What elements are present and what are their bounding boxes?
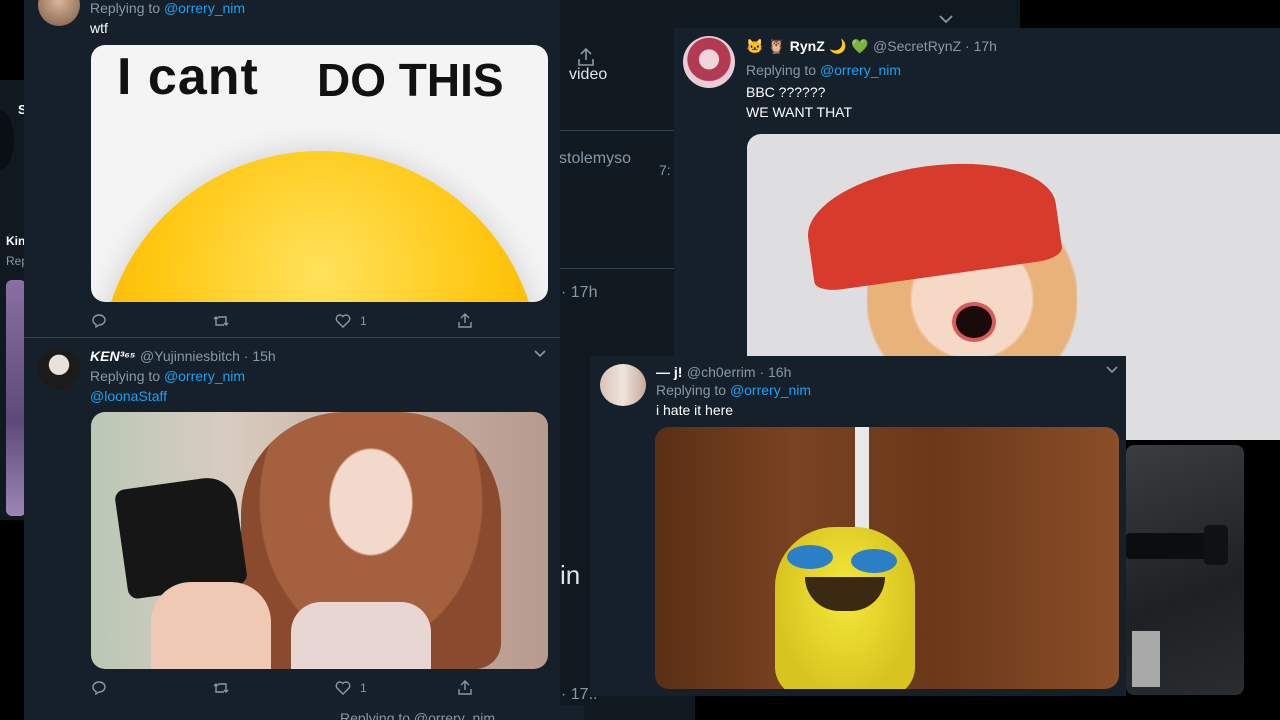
tweet-card-ken[interactable]: KEN³⁶⁵ @Yujinniesbitch · 15h Replying to… — [24, 338, 560, 706]
avatar[interactable] — [38, 348, 80, 390]
reply-button[interactable] — [90, 312, 108, 330]
video-link-fragment[interactable]: video — [569, 66, 607, 84]
tweet-text: wtf — [90, 20, 108, 36]
display-name[interactable]: KEN³⁶⁵ — [90, 348, 136, 364]
image-caption: DO THIS — [317, 54, 504, 106]
chevron-down-icon[interactable] — [938, 14, 954, 24]
background-gun-image — [1126, 445, 1244, 695]
reply-button[interactable] — [90, 679, 108, 697]
share-button[interactable] — [456, 679, 474, 697]
retweet-button[interactable] — [212, 679, 230, 697]
mention-link[interactable]: @orrery_nim — [730, 382, 811, 398]
reply-fragment: Replying to @orrery_nim — [340, 710, 496, 720]
handle-time: @SecretRynZ · 17h — [873, 38, 997, 54]
image-caption: I cant — [117, 48, 259, 106]
share-icon[interactable] — [575, 46, 597, 68]
reply-context: Replying to @orrery_nim — [90, 368, 246, 384]
tweet-image[interactable] — [91, 412, 548, 669]
owl-emoji-icon: 🦉 — [767, 38, 786, 54]
retweet-button[interactable] — [212, 312, 230, 330]
reply-context: Replying to @orrery_nim — [90, 0, 246, 16]
tweet-card-j[interactable]: — j! @ch0errim · 16h Replying to @orrery… — [590, 356, 1126, 696]
avatar — [0, 110, 14, 170]
text-fragment: in — [560, 560, 581, 590]
share-button[interactable] — [456, 312, 474, 330]
avatar[interactable] — [38, 0, 80, 26]
background-bottom-strip: Replying to @orrery_nim — [24, 706, 584, 720]
name-fragment: Kin — [6, 234, 26, 248]
timestamp-fragment: · 17h — [561, 284, 598, 301]
like-count: 1 — [360, 314, 367, 328]
avatar[interactable] — [683, 36, 735, 88]
divider — [559, 130, 679, 131]
tweet-card-wtf[interactable]: Replying to @orrery_nim wtf I cant DO TH… — [24, 0, 560, 338]
tweet-text: i hate it here — [656, 402, 734, 418]
like-button[interactable]: 1 — [334, 312, 367, 330]
handle-time: @Yujinniesbitch · 15h — [140, 348, 276, 364]
chevron-down-icon[interactable] — [1106, 366, 1118, 374]
image-fragment — [6, 280, 26, 516]
small-fragment: 7: — [659, 162, 671, 178]
tweet-image[interactable] — [655, 427, 1119, 689]
mention-link[interactable]: @orrery_nim — [164, 0, 245, 16]
tweet-text[interactable]: @loonaStaff — [90, 386, 167, 406]
green-heart-icon: 💚 — [851, 38, 869, 54]
divider — [559, 268, 679, 269]
mention-link[interactable]: @orrery_nim — [820, 62, 901, 78]
moon-emoji-icon: 🌙 — [829, 38, 847, 54]
handle-time: @ch0errim · 16h — [686, 364, 792, 380]
like-button[interactable]: 1 — [334, 679, 367, 697]
chevron-down-icon[interactable] — [534, 350, 546, 358]
avatar[interactable] — [600, 364, 646, 406]
cat-emoji-icon: 🐱 — [746, 38, 764, 54]
handle-fragment: stolemyso — [559, 150, 632, 167]
tweet-image[interactable]: I cant DO THIS — [91, 45, 548, 302]
reply-context: Replying to @orrery_nim — [746, 62, 902, 78]
reply-context: Replying to @orrery_nim — [656, 382, 812, 398]
like-count: 1 — [360, 681, 367, 695]
display-name[interactable]: RynZ — [790, 38, 825, 54]
display-name[interactable]: — j! — [656, 364, 682, 380]
mention-link[interactable]: @orrery_nim — [164, 368, 245, 384]
tweet-text: BBC ?????? WE WANT THAT — [746, 84, 853, 120]
